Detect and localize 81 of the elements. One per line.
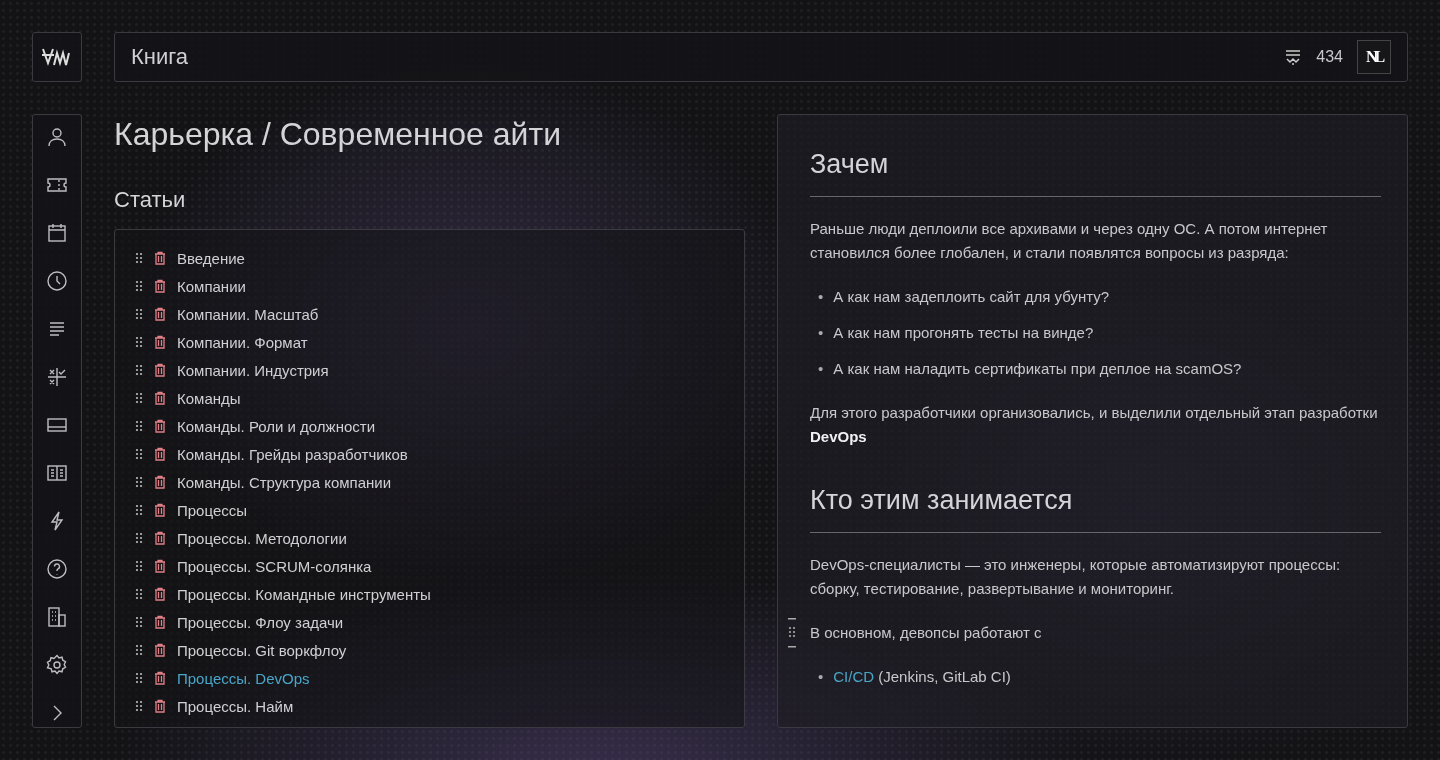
trash-icon[interactable]	[153, 251, 167, 265]
trash-icon[interactable]	[153, 419, 167, 433]
trash-icon[interactable]	[153, 531, 167, 545]
drag-handle-icon[interactable]	[135, 476, 143, 488]
drag-handle-icon[interactable]	[135, 644, 143, 656]
drag-handle-icon[interactable]	[135, 700, 143, 712]
paragraph: В основном, девопсы работают с	[810, 624, 1042, 641]
section-title: Статьи	[114, 187, 187, 213]
trash-icon[interactable]	[153, 279, 167, 293]
grid-icon[interactable]	[45, 365, 69, 389]
bullet: •	[818, 359, 824, 379]
list-item: А как нам задеплоить сайт для убунту?	[833, 287, 1110, 307]
trash-icon[interactable]	[153, 447, 167, 461]
trash-icon[interactable]	[153, 307, 167, 321]
drag-handle-icon[interactable]	[135, 672, 143, 684]
trash-icon[interactable]	[153, 475, 167, 489]
drag-handle-icon[interactable]	[135, 420, 143, 432]
avatar[interactable]: NL	[1357, 40, 1391, 74]
clock-icon[interactable]	[45, 269, 69, 293]
link[interactable]: CI/CD	[833, 668, 875, 685]
trash-icon[interactable]	[153, 587, 167, 601]
article-link[interactable]: Процессы. DevOps	[177, 669, 310, 687]
list-item: А как нам наладить сертификаты при деплое на scamOS?	[833, 359, 1242, 379]
article-link[interactable]: Процессы. Командные инструменты	[177, 585, 431, 603]
article-link[interactable]: Компании. Индустрия	[177, 361, 329, 379]
book-title: Книга	[131, 44, 190, 70]
trash-icon[interactable]	[153, 391, 167, 405]
article-link[interactable]: Команды. Структура компании	[177, 473, 392, 491]
filter-icon[interactable]	[1284, 48, 1303, 66]
article-link[interactable]: Процессы. Методологии	[177, 529, 347, 547]
article-heading: Зачем	[810, 149, 1381, 197]
logo[interactable]	[32, 32, 82, 82]
bullet: •	[818, 323, 824, 343]
drag-handle-icon[interactable]	[135, 392, 143, 404]
drag-handle-icon[interactable]	[135, 280, 143, 292]
person-icon[interactable]	[45, 125, 69, 149]
drag-handle-icon[interactable]	[135, 616, 143, 628]
article-link[interactable]: Процессы. Git воркфлоу	[177, 641, 347, 659]
drag-handle-icon[interactable]	[135, 308, 143, 320]
trash-icon[interactable]	[153, 615, 167, 629]
bullet: •	[818, 287, 824, 307]
trash-icon[interactable]	[153, 699, 167, 713]
counter: 434	[1316, 48, 1343, 66]
article-link[interactable]: Процессы. Флоу задачи	[177, 613, 344, 631]
drag-handle-icon[interactable]	[135, 588, 143, 600]
trash-icon[interactable]	[153, 559, 167, 573]
article-link[interactable]: Команды. Грейды разработчиков	[177, 445, 408, 463]
bullet: •	[818, 667, 824, 687]
settings-icon[interactable]	[45, 653, 69, 677]
drag-handle-icon[interactable]	[135, 364, 143, 376]
drag-handle-icon[interactable]	[135, 532, 143, 544]
drag-handle-icon[interactable]	[788, 618, 796, 648]
building-icon[interactable]	[45, 605, 69, 629]
list-item: А как нам прогонять тесты на винде?	[833, 323, 1094, 343]
paragraph: Для этого разработчики организовались, и выделили отдельный этап разработки DevOps	[810, 404, 1378, 445]
drag-handle-icon[interactable]	[135, 252, 143, 264]
article-link[interactable]: Команды	[177, 389, 241, 407]
trash-icon[interactable]	[153, 335, 167, 349]
article-link[interactable]: Процессы	[177, 501, 247, 519]
page-title: Карьерка / Современное айти	[114, 116, 562, 153]
calendar-icon[interactable]	[45, 221, 69, 245]
list-item: CI/CD (Jenkins, GitLab CI)	[833, 667, 1011, 687]
article-link[interactable]: Компании	[177, 277, 246, 295]
paragraph: DevOps-специалисты — это инженеры, которые автоматизируют процессы: сборку, тестирование, развертывание и мониторинг.	[810, 556, 1341, 597]
drag-handle-icon[interactable]	[135, 504, 143, 516]
drag-handle-icon[interactable]	[135, 336, 143, 348]
trash-icon[interactable]	[153, 363, 167, 377]
article-link[interactable]: Процессы. SCRUM-солянка	[177, 557, 372, 575]
paragraph: Раньше люди деплоили все архивами и через одну ОС. А потом интернет становился более глобален, и стали появлятся вопросы из разряда:	[810, 220, 1328, 261]
article-heading: Кто этим занимается	[810, 485, 1381, 533]
article-link[interactable]: Компании. Формат	[177, 333, 308, 351]
trash-icon[interactable]	[153, 503, 167, 517]
drag-handle-icon[interactable]	[135, 448, 143, 460]
article-link[interactable]: Команды. Роли и должности	[177, 417, 376, 435]
article-link[interactable]: Введение	[177, 249, 245, 267]
trash-icon[interactable]	[153, 671, 167, 685]
help-icon[interactable]	[45, 557, 69, 581]
trash-icon[interactable]	[153, 643, 167, 657]
drag-handle-icon[interactable]	[135, 560, 143, 572]
article-link[interactable]: Процессы. Найм	[177, 697, 294, 715]
article-link[interactable]: Компании. Масштаб	[177, 305, 319, 323]
